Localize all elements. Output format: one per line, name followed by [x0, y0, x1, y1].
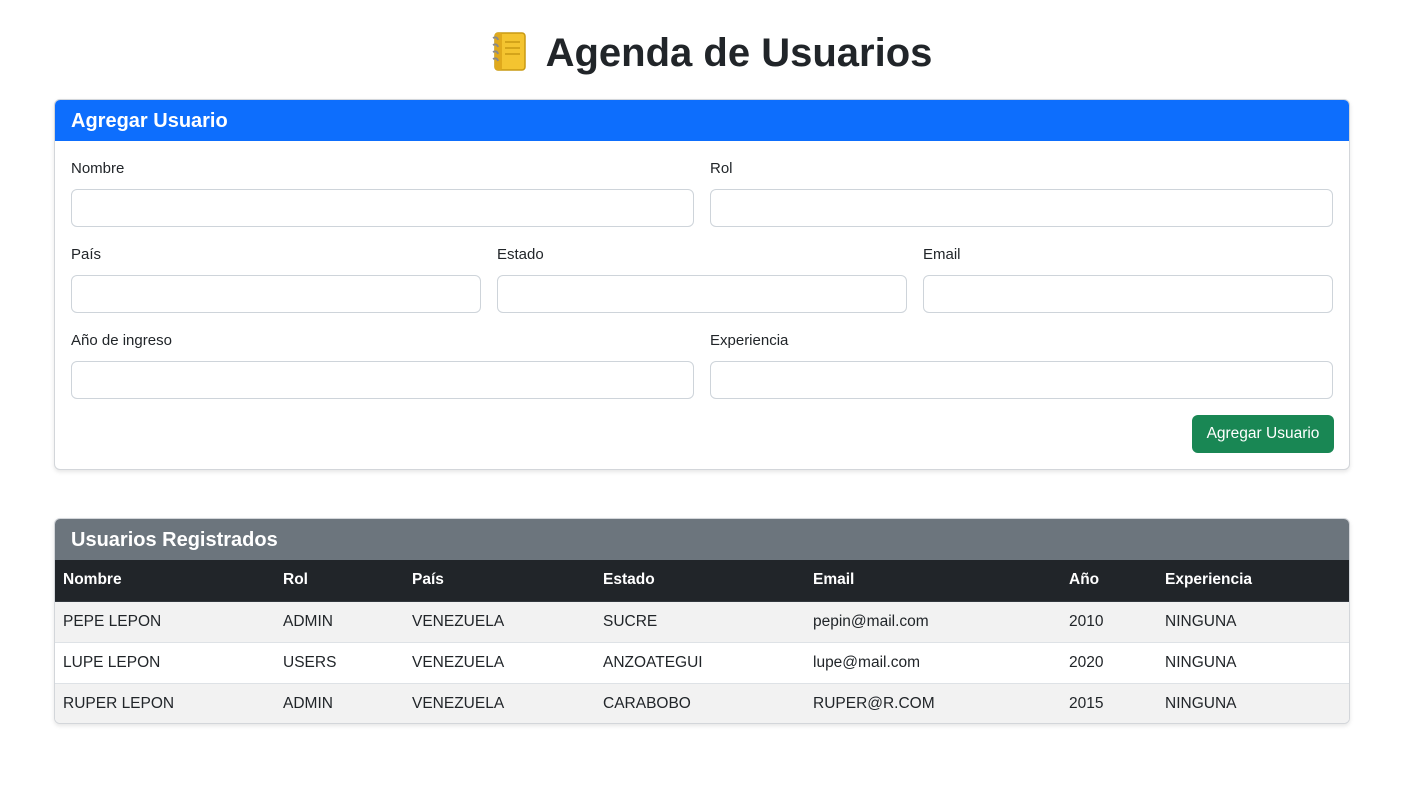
estado-label: Estado — [497, 246, 544, 263]
email-label: Email — [923, 246, 961, 263]
table-row: LUPE LEPON USERS VENEZUELA ANZOATEGUI lu… — [55, 642, 1349, 684]
cell-estado: ANZOATEGUI — [595, 642, 805, 684]
cell-rol: ADMIN — [283, 694, 333, 712]
email-field-group: Email — [923, 245, 1333, 313]
cell-anio: 2015 — [1069, 694, 1104, 712]
cell-email: lupe@mail.com — [805, 642, 1061, 684]
anio-label: Año de ingreso — [71, 332, 172, 349]
anio-input[interactable] — [71, 361, 694, 399]
cell-estado: CARABOBO — [603, 694, 691, 712]
column-header-nombre: Nombre — [55, 560, 275, 602]
cell-experiencia: NINGUNA — [1157, 642, 1349, 684]
nombre-label: Nombre — [71, 160, 125, 177]
rol-label: Rol — [710, 160, 733, 177]
users-list-card: Usuarios Registrados Nombre Rol País Est… — [54, 518, 1350, 724]
pais-input[interactable] — [71, 275, 481, 313]
cell-pais: VENEZUELA — [412, 694, 505, 712]
cell-email: RUPER@R.COM — [813, 694, 935, 712]
rol-input[interactable] — [710, 189, 1333, 227]
add-user-button[interactable]: Agregar Usuario — [1192, 415, 1334, 453]
experiencia-label: Experiencia — [710, 332, 789, 349]
cell-nombre: PEPE LEPON — [55, 601, 275, 643]
cell-pais: VENEZUELA — [404, 601, 595, 643]
table-row: PEPE LEPON ADMIN VENEZUELA SUCRE pepin@m… — [55, 601, 1349, 643]
table-header-row: Nombre Rol País Estado Email Año Experie… — [55, 560, 1349, 602]
estado-field-group: Estado — [497, 245, 907, 313]
anio-field-group: Año de ingreso — [71, 331, 694, 399]
cell-anio: 2020 — [1061, 642, 1157, 684]
pais-label: País — [71, 246, 102, 263]
column-header-email: Email — [805, 560, 1061, 602]
experiencia-input[interactable] — [710, 361, 1333, 399]
cell-estado: SUCRE — [595, 601, 805, 643]
cell-pais: VENEZUELA — [404, 642, 595, 684]
users-table: Nombre Rol País Estado Email Año Experie… — [55, 560, 1349, 723]
page-title: Agenda de Usuarios — [0, 28, 1422, 78]
cell-nombre: RUPER LEPON — [63, 694, 175, 712]
rol-field-group: Rol — [710, 159, 1333, 227]
column-header-anio: Año — [1061, 560, 1157, 602]
experiencia-field-group: Experiencia — [710, 331, 1333, 399]
cell-anio: 2010 — [1061, 601, 1157, 643]
cell-email: pepin@mail.com — [805, 601, 1061, 643]
add-user-card-header: Agregar Usuario — [55, 100, 1349, 141]
notebook-icon — [490, 30, 528, 72]
cell-rol: USERS — [275, 642, 404, 684]
page-title-text: Agenda de Usuarios — [545, 31, 933, 75]
pais-field-group: País — [71, 245, 481, 313]
column-header-rol: Rol — [275, 560, 404, 602]
cell-experiencia: NINGUNA — [1157, 601, 1349, 643]
column-header-experiencia: Experiencia — [1157, 560, 1349, 602]
table-row: RUPER LEPON ADMIN VENEZUELA CARABOBO RUP… — [55, 683, 1349, 723]
estado-input[interactable] — [497, 275, 907, 313]
cell-rol: ADMIN — [275, 601, 404, 643]
nombre-input[interactable] — [71, 189, 694, 227]
users-list-card-header: Usuarios Registrados — [55, 519, 1349, 560]
cell-experiencia: NINGUNA — [1165, 694, 1237, 712]
email-input[interactable] — [923, 275, 1333, 313]
cell-nombre: LUPE LEPON — [55, 642, 275, 684]
add-user-card: Agregar Usuario Nombre Rol País Estado E… — [54, 99, 1350, 470]
column-header-pais: País — [404, 560, 595, 602]
nombre-field-group: Nombre — [71, 159, 694, 227]
column-header-estado: Estado — [595, 560, 805, 602]
